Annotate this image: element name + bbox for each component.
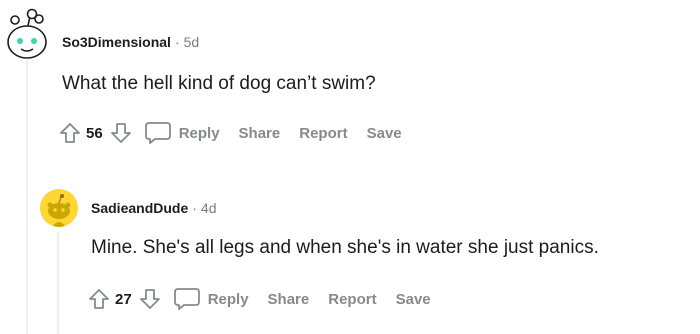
- timestamp[interactable]: 5d: [184, 34, 200, 50]
- save-button[interactable]: Save: [367, 125, 402, 142]
- downvote-button[interactable]: [109, 121, 133, 145]
- downvote-arrow-icon: [110, 123, 131, 143]
- meta-separator: ·: [192, 200, 197, 216]
- upvote-button[interactable]: [58, 121, 82, 145]
- username[interactable]: SadieandDude: [91, 200, 188, 216]
- reply-button[interactable]: Reply: [172, 286, 249, 312]
- comment-bubble-icon: [144, 122, 171, 144]
- downvote-button[interactable]: [138, 287, 162, 311]
- snoo-avatar-icon: [7, 8, 47, 59]
- vote-score: 56: [86, 124, 103, 142]
- thread-line[interactable]: [26, 60, 28, 334]
- username[interactable]: So3Dimensional: [62, 34, 171, 50]
- save-button[interactable]: Save: [396, 291, 431, 308]
- comment-meta: SadieandDude · 4d: [91, 200, 217, 216]
- upvote-arrow-icon: [60, 123, 80, 143]
- upvote-button[interactable]: [87, 287, 111, 311]
- comment-meta: So3Dimensional · 5d: [62, 34, 199, 50]
- report-button[interactable]: Report: [299, 125, 347, 142]
- reply-label: Reply: [178, 124, 220, 142]
- comment-actions: 27 Reply Share Report Save: [87, 283, 431, 315]
- share-button[interactable]: Share: [268, 291, 310, 308]
- share-button[interactable]: Share: [239, 125, 281, 142]
- comment-text: What the hell kind of dog can’t swim?: [62, 73, 376, 94]
- meta-separator: ·: [174, 34, 180, 50]
- comment-text: Mine. She's all legs and when she's in w…: [91, 237, 599, 258]
- thread-line-nested[interactable]: [57, 232, 59, 334]
- avatar[interactable]: [40, 189, 78, 227]
- vote-score: 27: [115, 290, 132, 308]
- snoo-avatar-icon: [40, 189, 78, 227]
- reply-label: Reply: [207, 290, 249, 308]
- comment-bubble-icon: [173, 288, 200, 310]
- timestamp[interactable]: 4d: [201, 200, 217, 216]
- reply-button[interactable]: Reply: [143, 120, 220, 146]
- upvote-arrow-icon: [89, 289, 109, 309]
- comment-actions: 56 Reply Share Report Save: [58, 117, 402, 149]
- downvote-arrow-icon: [139, 289, 160, 309]
- report-button[interactable]: Report: [328, 291, 376, 308]
- avatar[interactable]: [6, 6, 48, 60]
